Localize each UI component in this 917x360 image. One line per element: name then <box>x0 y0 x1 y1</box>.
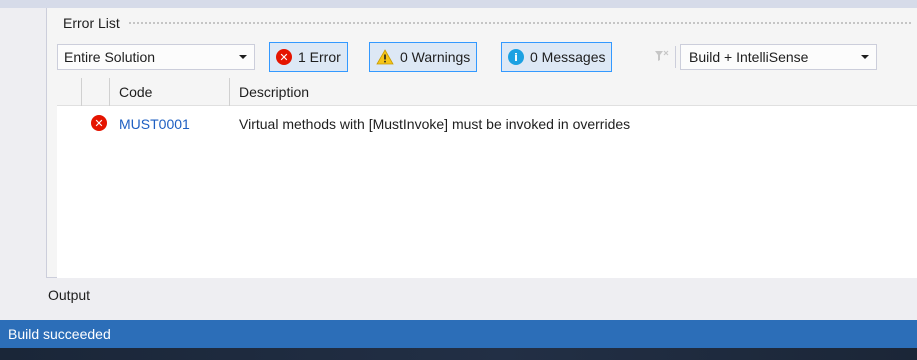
error-description: Virtual methods with [MustInvoke] must b… <box>239 116 631 132</box>
error-grid: Code Description ✕ MUST0001 Virtual meth… <box>57 78 917 278</box>
column-divider[interactable] <box>109 78 110 106</box>
warning-icon <box>376 49 394 65</box>
funnel-filter-icon[interactable] <box>653 48 669 64</box>
errors-filter-button[interactable]: ✕ 1 Error <box>269 42 348 72</box>
messages-filter-button[interactable]: i 0 Messages <box>501 42 613 72</box>
scope-dropdown-value: Entire Solution <box>64 49 156 65</box>
status-bar: Build succeeded <box>0 320 917 348</box>
messages-filter-label: 0 Messages <box>530 49 606 65</box>
column-header-description[interactable]: Description <box>239 84 309 100</box>
warnings-filter-label: 0 Warnings <box>400 49 471 65</box>
status-text: Build succeeded <box>8 326 111 342</box>
error-icon: ✕ <box>276 49 292 65</box>
column-header-code[interactable]: Code <box>119 84 152 100</box>
taskbar <box>0 348 917 360</box>
error-icon: ✕ <box>91 115 107 131</box>
table-row[interactable]: ✕ MUST0001 Virtual methods with [MustInv… <box>57 114 917 134</box>
chevron-down-icon <box>239 55 247 59</box>
error-list-toolbar: Entire Solution ✕ 1 Error 0 Warnings i 0… <box>47 42 917 72</box>
error-list-title-bar[interactable]: Error List <box>47 8 917 38</box>
warnings-filter-button[interactable]: 0 Warnings <box>369 42 478 72</box>
build-source-dropdown[interactable]: Build + IntelliSense <box>680 44 877 70</box>
toolbar-separator <box>675 46 676 68</box>
editor-edge <box>0 0 917 8</box>
error-code-link[interactable]: MUST0001 <box>119 116 190 132</box>
build-source-value: Build + IntelliSense <box>689 49 809 65</box>
column-divider[interactable] <box>81 78 82 106</box>
error-list-title: Error List <box>63 15 120 31</box>
error-list-panel: Error List Entire Solution ✕ 1 Error 0 W… <box>46 8 917 278</box>
column-divider[interactable] <box>229 78 230 106</box>
info-icon: i <box>508 49 524 65</box>
chevron-down-icon <box>861 55 869 59</box>
scope-dropdown[interactable]: Entire Solution <box>57 44 255 70</box>
output-tab[interactable]: Output <box>48 287 90 303</box>
errors-filter-label: 1 Error <box>298 49 341 65</box>
grid-header: Code Description <box>57 78 917 106</box>
title-grip[interactable] <box>127 20 913 26</box>
